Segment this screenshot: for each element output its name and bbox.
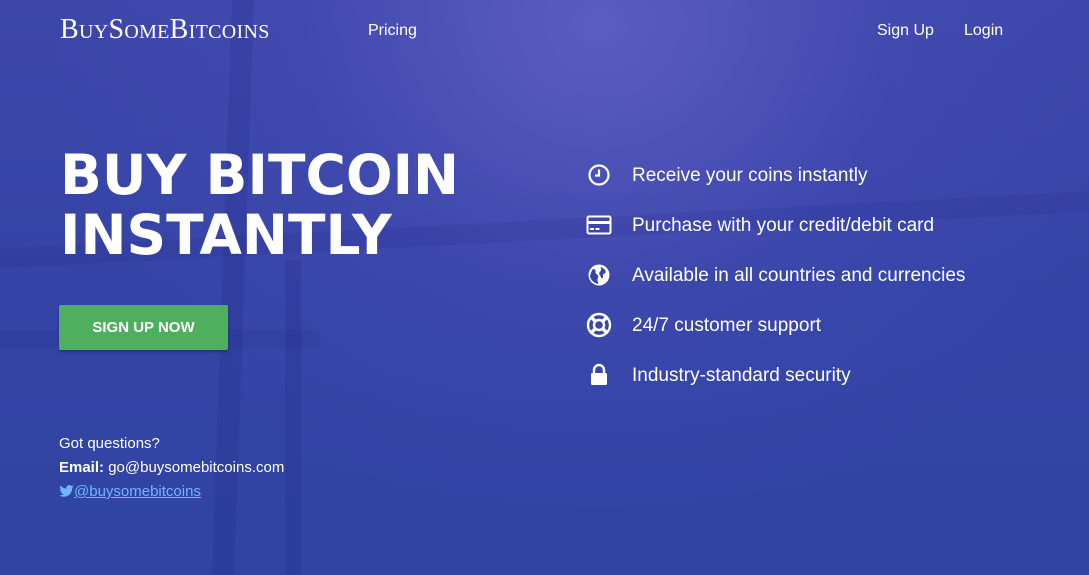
lock-icon: [585, 362, 613, 388]
contact-info: Got questions? Email: go@buysomebitcoins…: [59, 432, 284, 504]
feature-text: Purchase with your credit/debit card: [632, 215, 935, 236]
globe-icon: [585, 262, 613, 288]
feature-list: Receive your coins instantly Purchase wi…: [585, 162, 965, 412]
email-label: Email:: [59, 459, 105, 476]
email-address: go@buysomebitcoins.com: [108, 459, 285, 476]
clock-icon: [585, 162, 613, 188]
twitter-row: @buysomebitcoins: [59, 480, 284, 504]
background-shape: [285, 260, 301, 575]
twitter-icon: [59, 485, 74, 497]
nav-login-link[interactable]: Login: [964, 22, 1003, 40]
site-logo[interactable]: BuySomeBitcoins: [60, 14, 270, 46]
feature-item: Purchase with your credit/debit card: [585, 212, 965, 262]
lifebuoy-icon: [585, 312, 613, 338]
nav-signup-link[interactable]: Sign Up: [877, 22, 934, 40]
headline-line-2: INSTANTLY: [60, 203, 392, 267]
credit-card-icon: [585, 212, 613, 238]
feature-text: Available in all countries and currencie…: [632, 265, 966, 286]
feature-text: Receive your coins instantly: [632, 165, 868, 186]
feature-text: 24/7 customer support: [632, 315, 822, 336]
feature-item: Available in all countries and currencie…: [585, 262, 965, 312]
feature-item: Receive your coins instantly: [585, 162, 965, 212]
contact-email-row: Email: go@buysomebitcoins.com: [59, 456, 284, 480]
top-nav: BuySomeBitcoins Pricing Sign Up Login: [0, 0, 1089, 62]
sign-up-now-button[interactable]: SIGN UP NOW: [59, 305, 228, 350]
feature-item: 24/7 customer support: [585, 312, 965, 362]
headline-line-1: BUY BITCOIN: [60, 143, 460, 207]
feature-text: Industry-standard security: [632, 365, 851, 386]
contact-question: Got questions?: [59, 435, 160, 452]
nav-pricing-link[interactable]: Pricing: [368, 22, 417, 40]
feature-item: Industry-standard security: [585, 362, 965, 412]
hero-headline: BUY BITCOIN INSTANTLY: [60, 145, 459, 265]
twitter-link[interactable]: @buysomebitcoins: [74, 483, 201, 500]
